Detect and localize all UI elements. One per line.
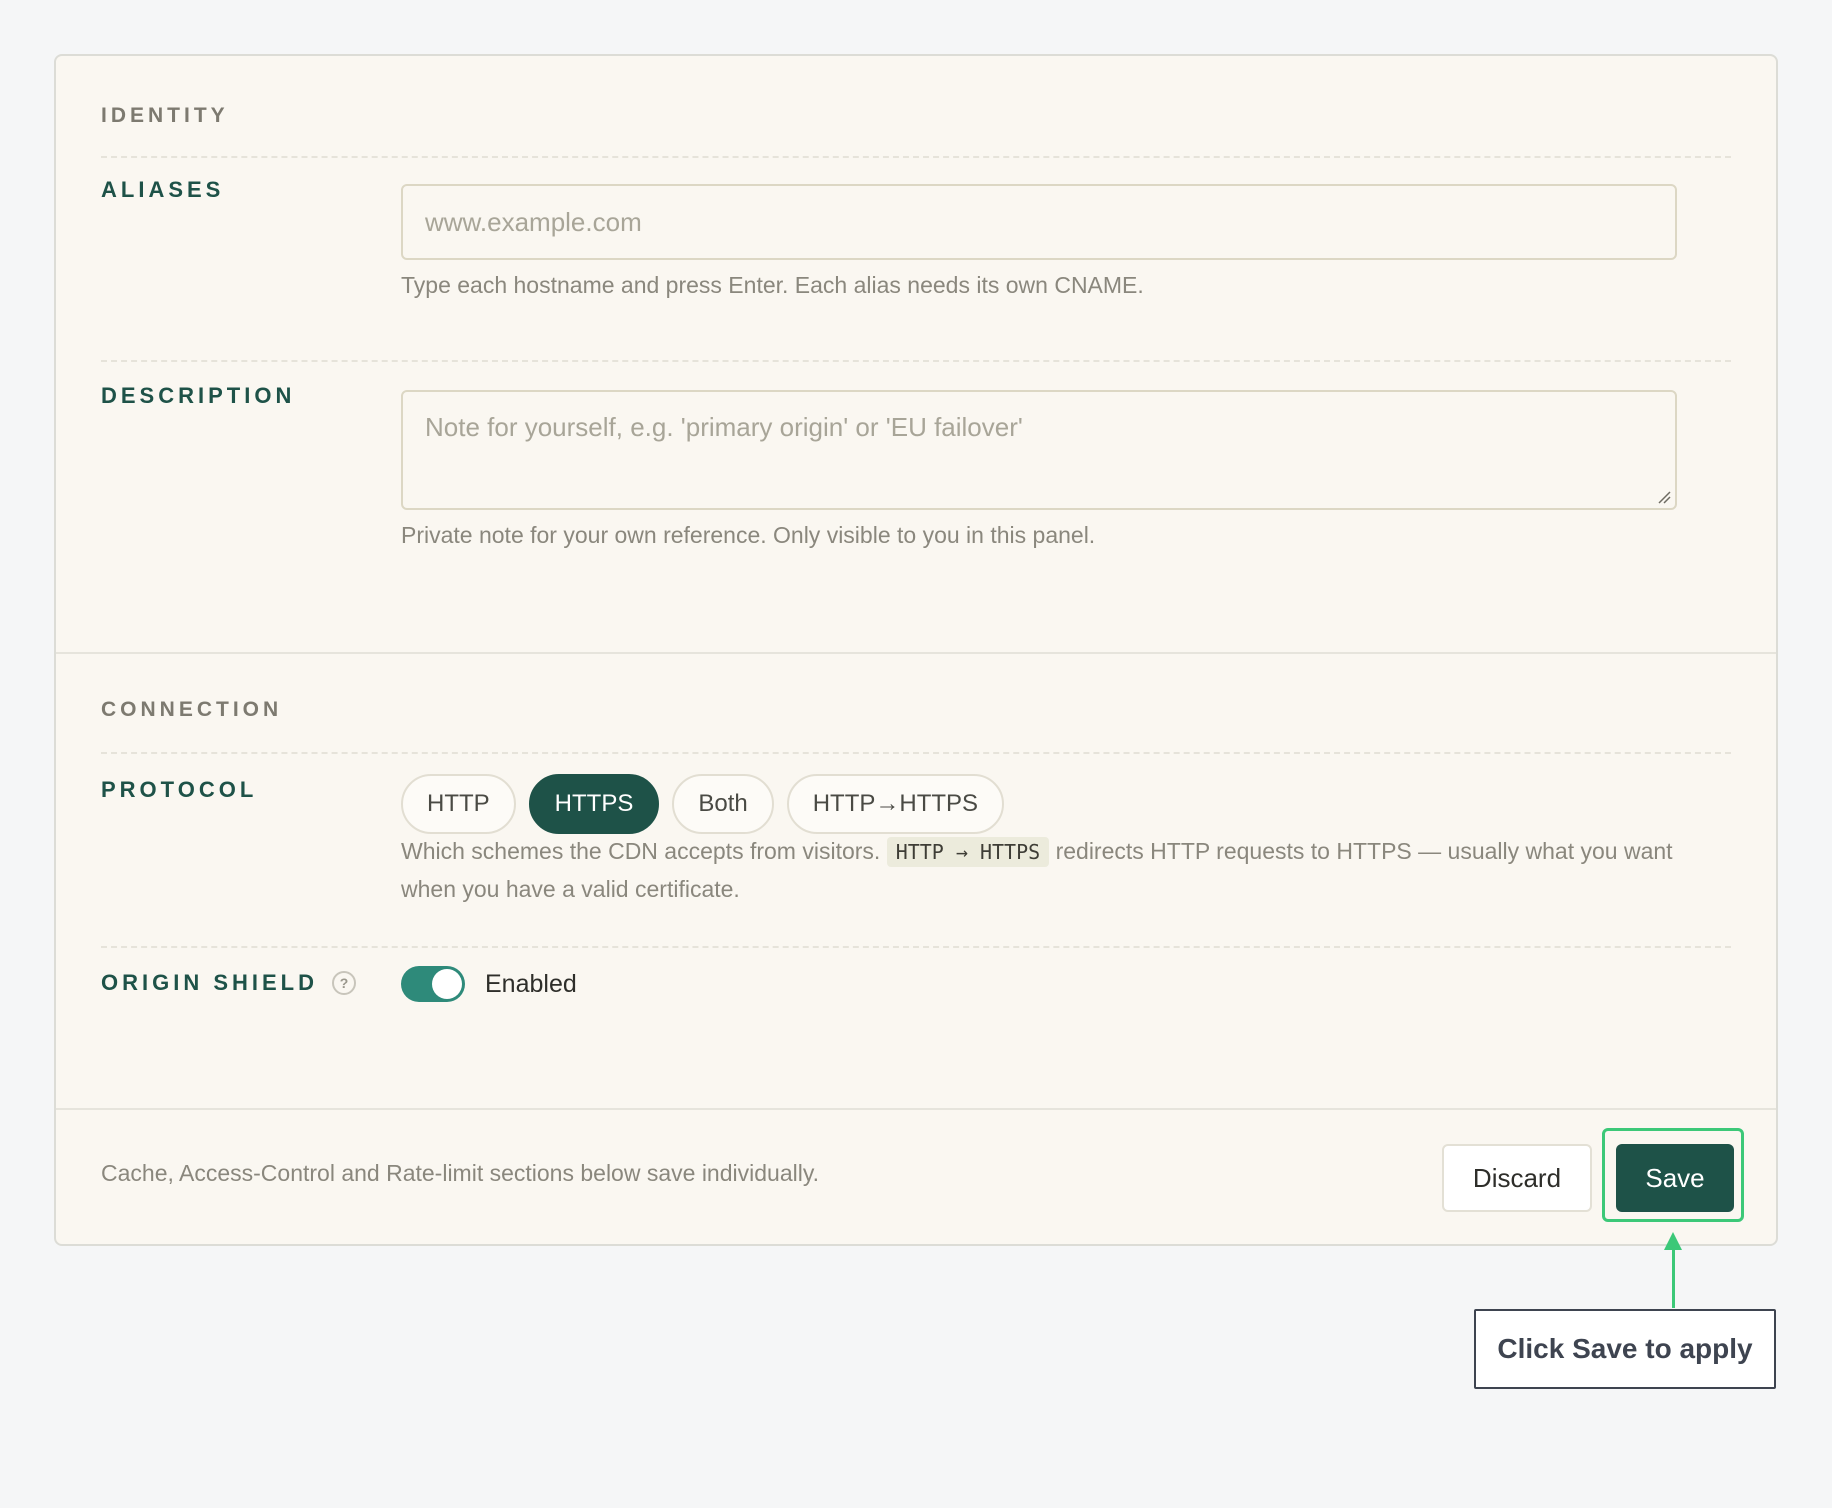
protocol-hint-text: Which schemes the CDN accepts from visit… — [401, 838, 881, 864]
connection-section-title: CONNECTION — [101, 698, 283, 721]
protocol-hint: Which schemes the CDN accepts from visit… — [401, 832, 1691, 908]
divider — [101, 946, 1731, 948]
footer-note: Cache, Access-Control and Rate-limit sec… — [101, 1160, 820, 1186]
settings-panel: IDENTITY ALIASES www.example.com Type ea… — [54, 54, 1778, 1246]
divider — [101, 752, 1731, 754]
protocol-segmented-control: HTTP HTTPS Both HTTP→HTTPS — [401, 774, 1005, 834]
help-icon[interactable]: ? — [332, 971, 357, 995]
protocol-option-https[interactable]: HTTPS — [528, 774, 660, 834]
origin-shield-state-label: Enabled — [485, 969, 577, 998]
origin-shield-toggle[interactable] — [401, 966, 465, 1002]
protocol-option-both[interactable]: Both — [672, 774, 774, 834]
save-button-highlight — [1602, 1128, 1744, 1222]
callout-arrow-line — [1672, 1250, 1675, 1308]
origin-shield-toggle-row: Enabled — [401, 966, 577, 1002]
divider — [101, 156, 1731, 158]
aliases-label: ALIASES — [101, 177, 225, 202]
arrow-up-icon — [1664, 1232, 1682, 1250]
toggle-knob — [432, 969, 462, 999]
discard-button[interactable]: Discard — [1442, 1144, 1592, 1212]
description-textarea[interactable]: Note for yourself, e.g. 'primary origin'… — [401, 390, 1677, 510]
protocol-option-http-to-https[interactable]: HTTP→HTTPS — [786, 774, 1005, 834]
description-placeholder: Note for yourself, e.g. 'primary origin'… — [425, 412, 1023, 442]
protocol-label: PROTOCOL — [101, 777, 258, 802]
connection-section: CONNECTION PROTOCOL HTTP HTTPS Both HTTP… — [56, 654, 1776, 1110]
panel-footer: Cache, Access-Control and Rate-limit sec… — [56, 1110, 1776, 1244]
description-hint: Private note for your own reference. Onl… — [401, 522, 1096, 548]
origin-shield-label-text: ORIGIN SHIELD — [101, 970, 319, 995]
aliases-placeholder: www.example.com — [425, 207, 642, 237]
origin-shield-label: ORIGIN SHIELD ? — [101, 968, 357, 998]
description-label: DESCRIPTION — [101, 383, 296, 408]
aliases-hint: Type each hostname and press Enter. Each… — [401, 272, 1144, 298]
protocol-hint-code: HTTP → HTTPS — [886, 837, 1050, 867]
resize-grip-icon[interactable] — [1657, 490, 1671, 504]
aliases-input[interactable]: www.example.com — [401, 184, 1677, 260]
identity-section: IDENTITY ALIASES www.example.com Type ea… — [56, 56, 1776, 654]
protocol-option-http[interactable]: HTTP — [401, 774, 516, 834]
callout-box: Click Save to apply — [1474, 1309, 1776, 1389]
identity-section-title: IDENTITY — [101, 104, 229, 127]
divider — [101, 360, 1731, 362]
